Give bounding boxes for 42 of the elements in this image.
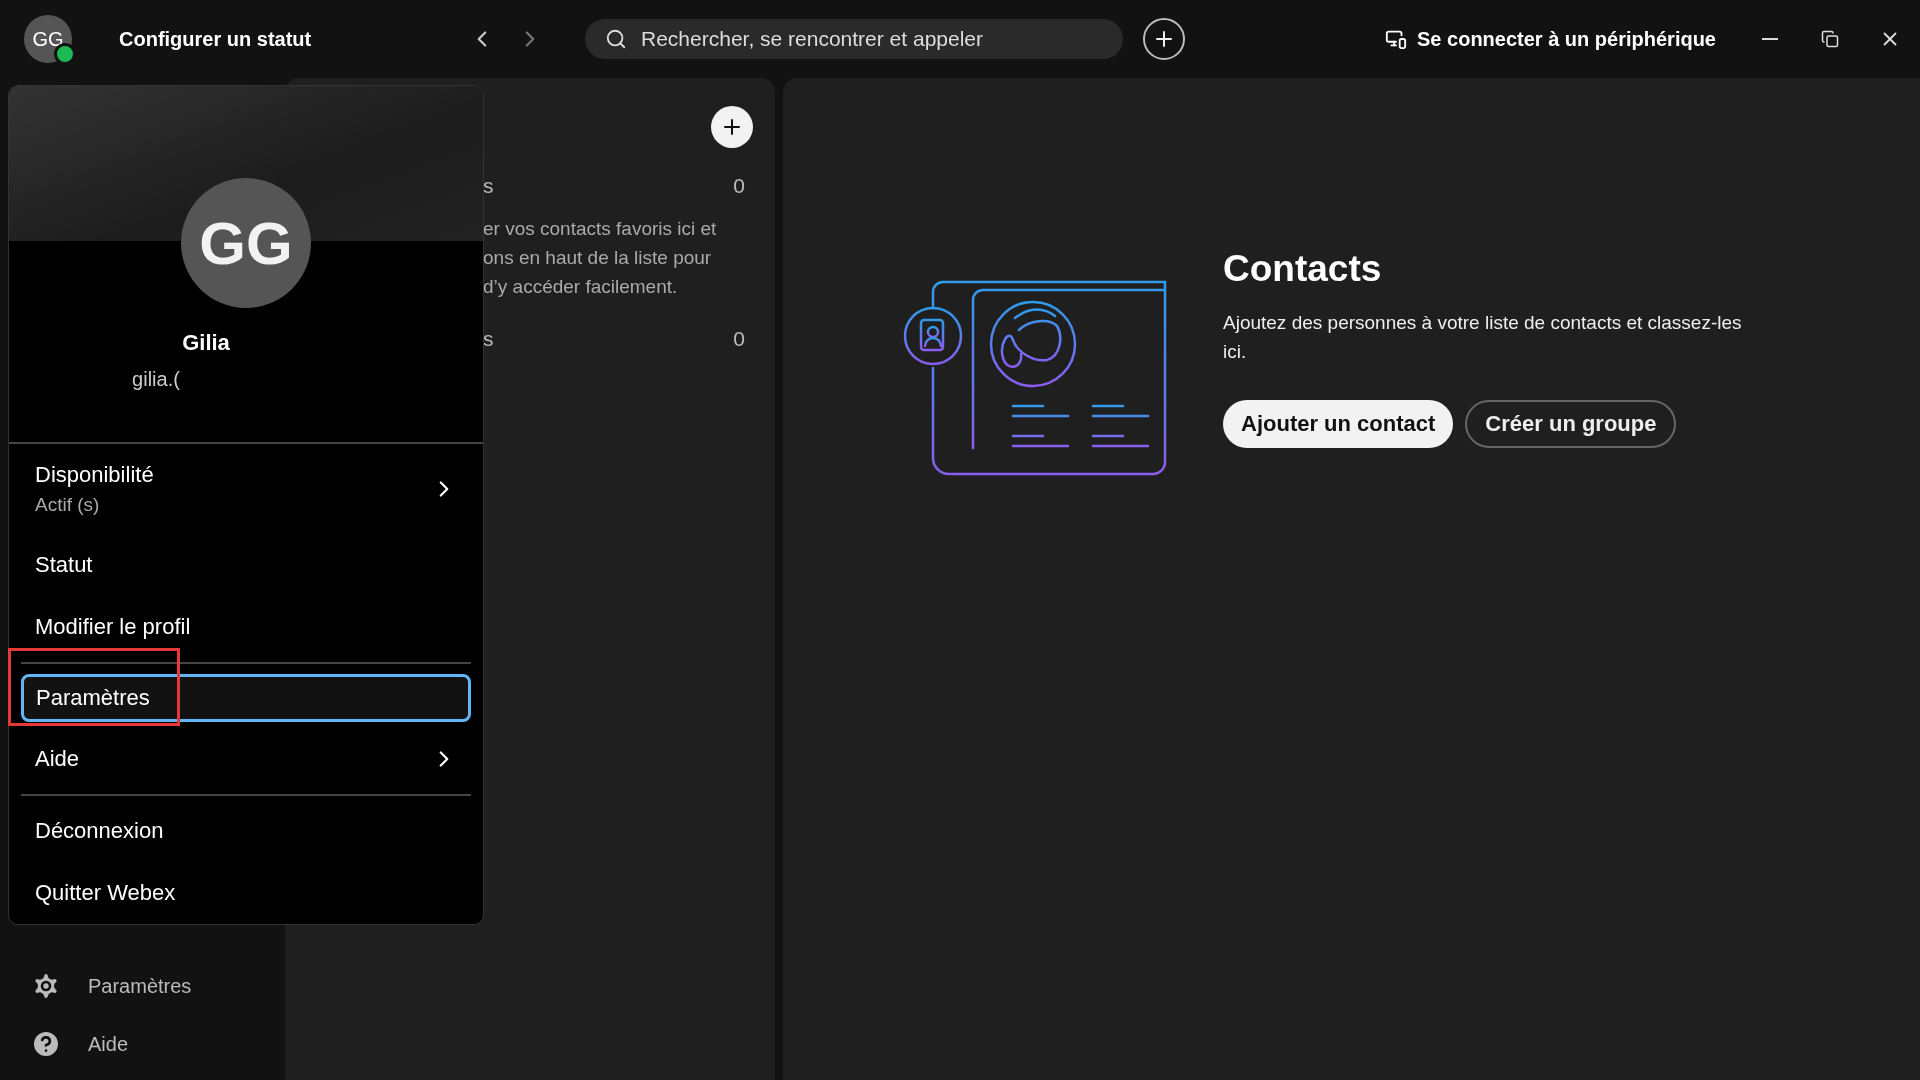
device-icon <box>1385 28 1408 50</box>
create-group-button[interactable]: Créer un groupe <box>1465 400 1677 448</box>
profile-email: gilia.( <box>132 368 180 391</box>
section-count: 0 <box>733 327 745 351</box>
menu-item-label: Déconnexion <box>35 818 164 844</box>
contacts-description: Ajoutez des personnes à votre liste de contacts et classez-les ici. <box>1223 311 1743 364</box>
menu-item-label: Modifier le profil <box>35 614 191 640</box>
menu-item[interactable]: Déconnexion <box>21 804 471 858</box>
add-button[interactable] <box>1143 18 1185 60</box>
menu-item[interactable]: Aide <box>21 732 471 786</box>
section-title: s <box>483 174 494 198</box>
add-button[interactable] <box>711 106 753 148</box>
contacts-title: Contacts <box>1223 248 1383 290</box>
restore-icon <box>1821 30 1839 48</box>
empty-hint-text: d’y accéder facilement. <box>483 275 679 299</box>
search-input[interactable]: Rechercher, se rencontrer et appeler <box>639 26 1103 52</box>
search-field[interactable]: Rechercher, se rencontrer et appeler <box>585 19 1123 59</box>
section-count: 0 <box>733 174 745 198</box>
sidebar-item[interactable]: Paramètres <box>30 970 277 1002</box>
add-contact-button[interactable]: Ajouter un contact <box>1223 400 1454 448</box>
menu-item-label: Aide <box>35 746 80 772</box>
user-avatar[interactable]: GG <box>24 15 72 63</box>
menu-item[interactable]: Quitter Webex <box>21 866 471 920</box>
minimize-icon <box>1762 38 1778 40</box>
profile-name: Gilia <box>182 330 230 356</box>
menu-item-status: Actif (s) <box>35 494 101 516</box>
empty-hint-text: er vos contacts favoris ici et <box>483 217 718 241</box>
menu-item[interactable]: Statut <box>21 538 471 592</box>
search-icon <box>605 28 627 50</box>
menu-item-label: Quitter Webex <box>35 880 176 906</box>
menu-item[interactable]: Modifier le profil <box>21 600 471 654</box>
status-title[interactable]: Configurer un statut <box>119 27 469 51</box>
menu-item-label: Paramètres <box>36 685 150 711</box>
sidebar-item[interactable]: Aide <box>30 1028 277 1060</box>
menu-item[interactable]: Disponibilité Actif (s) <box>21 448 471 530</box>
menu-item-label: Disponibilité <box>35 462 154 488</box>
section-title: s <box>483 327 494 351</box>
profile-avatar: GG <box>181 178 311 308</box>
empty-hint-text: ons en haut de la liste pour <box>483 246 713 270</box>
menu-item-label: Statut <box>35 552 93 578</box>
menu-item[interactable]: Paramètres <box>21 674 471 722</box>
connect-device-link[interactable]: Se connecter à un périphérique <box>1385 27 1716 51</box>
